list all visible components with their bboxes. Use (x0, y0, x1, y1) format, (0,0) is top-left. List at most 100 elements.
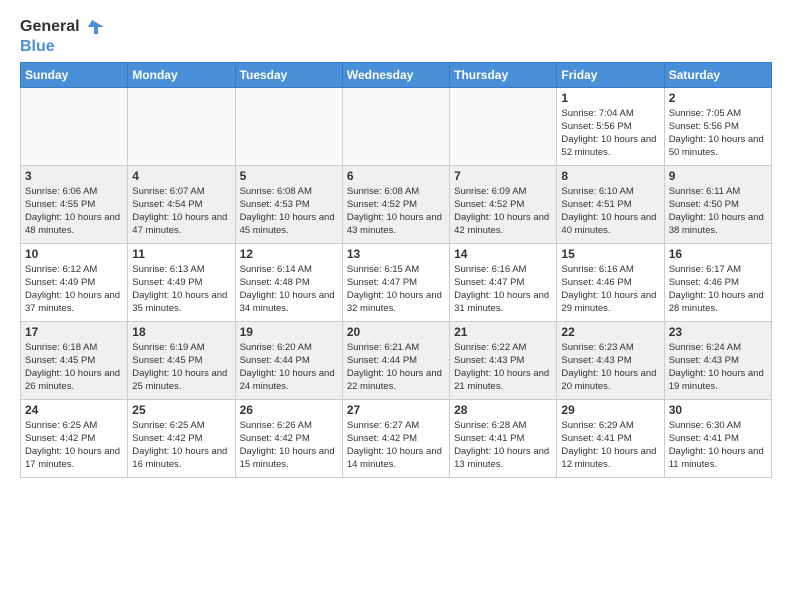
sunset-text: Sunset: 4:46 PM (669, 276, 767, 289)
daylight-text: Daylight: 10 hours and 32 minutes. (347, 289, 445, 316)
sunset-text: Sunset: 5:56 PM (669, 120, 767, 133)
calendar-cell: 18 Sunrise: 6:19 AMSunset: 4:45 PMDayligh… (128, 321, 235, 399)
sunset-text: Sunset: 4:50 PM (669, 198, 767, 211)
logo-general: General (20, 18, 80, 36)
daylight-text: Daylight: 10 hours and 12 minutes. (561, 445, 659, 472)
calendar-cell: 4Sunrise: 6:07 AMSunset: 4:54 PMDaylight… (128, 165, 235, 243)
daylight-text: Daylight: 10 hours and 50 minutes. (669, 133, 767, 160)
day-number: 14 (454, 247, 552, 261)
daylight-text: Daylight: 10 hours and 24 minutes. (240, 367, 338, 394)
sunrise-text: Sunrise: 6:25 AM (25, 419, 123, 432)
calendar-cell: 13Sunrise: 6:15 AMSunset: 4:47 PMDayligh… (342, 243, 449, 321)
weekday-monday: Monday (128, 62, 235, 87)
day-info: Sunrise: 6:24 AMSunset: 4:43 PMDaylight:… (669, 341, 767, 394)
day-number: 27 (347, 403, 445, 417)
sunrise-text: Sunrise: 6:29 AM (561, 419, 659, 432)
sunset-text: Sunset: 4:45 PM (25, 354, 123, 367)
calendar-cell: 15Sunrise: 6:16 AMSunset: 4:46 PMDayligh… (557, 243, 664, 321)
sunset-text: Sunset: 4:41 PM (669, 432, 767, 445)
sunset-text: Sunset: 4:54 PM (132, 198, 230, 211)
day-number: 17 (25, 325, 123, 339)
calendar-cell: 11Sunrise: 6:13 AMSunset: 4:49 PMDayligh… (128, 243, 235, 321)
sunrise-text: Sunrise: 7:04 AM (561, 107, 659, 120)
calendar-cell: 14Sunrise: 6:16 AMSunset: 4:47 PMDayligh… (450, 243, 557, 321)
daylight-text: Daylight: 10 hours and 19 minutes. (669, 367, 767, 394)
day-info: Sunrise: 6:07 AMSunset: 4:54 PMDaylight:… (132, 185, 230, 238)
sunrise-text: Sunrise: 6:30 AM (669, 419, 767, 432)
sunset-text: Sunset: 4:49 PM (25, 276, 123, 289)
day-info: Sunrise: 6:29 AMSunset: 4:41 PMDaylight:… (561, 419, 659, 472)
sunset-text: Sunset: 4:52 PM (454, 198, 552, 211)
sunrise-text: Sunrise: 6:22 AM (454, 341, 552, 354)
daylight-text: Daylight: 10 hours and 40 minutes. (561, 211, 659, 238)
sunset-text: Sunset: 4:51 PM (561, 198, 659, 211)
sunrise-text: Sunrise: 6:19 AM (132, 341, 230, 354)
day-info: Sunrise: 6:06 AMSunset: 4:55 PMDaylight:… (25, 185, 123, 238)
daylight-text: Daylight: 10 hours and 38 minutes. (669, 211, 767, 238)
day-number: 9 (669, 169, 767, 183)
day-number: 2 (669, 91, 767, 105)
calendar-cell: 7Sunrise: 6:09 AMSunset: 4:52 PMDaylight… (450, 165, 557, 243)
weekday-saturday: Saturday (664, 62, 771, 87)
daylight-text: Daylight: 10 hours and 16 minutes. (132, 445, 230, 472)
weekday-sunday: Sunday (21, 62, 128, 87)
day-number: 23 (669, 325, 767, 339)
day-number: 21 (454, 325, 552, 339)
day-info: Sunrise: 6:08 AMSunset: 4:52 PMDaylight:… (347, 185, 445, 238)
daylight-text: Daylight: 10 hours and 43 minutes. (347, 211, 445, 238)
daylight-text: Daylight: 10 hours and 37 minutes. (25, 289, 123, 316)
day-info: Sunrise: 6:28 AMSunset: 4:41 PMDaylight:… (454, 419, 552, 472)
sunrise-text: Sunrise: 6:11 AM (669, 185, 767, 198)
page: General Blue SundayMondayTuesdayWednesda… (0, 0, 792, 612)
sunset-text: Sunset: 4:45 PM (132, 354, 230, 367)
calendar-cell: 27Sunrise: 6:27 AMSunset: 4:42 PMDayligh… (342, 399, 449, 477)
calendar-cell: 12Sunrise: 6:14 AMSunset: 4:48 PMDayligh… (235, 243, 342, 321)
sunset-text: Sunset: 4:43 PM (561, 354, 659, 367)
daylight-text: Daylight: 10 hours and 25 minutes. (132, 367, 230, 394)
daylight-text: Daylight: 10 hours and 48 minutes. (25, 211, 123, 238)
day-info: Sunrise: 6:30 AMSunset: 4:41 PMDaylight:… (669, 419, 767, 472)
sunrise-text: Sunrise: 6:07 AM (132, 185, 230, 198)
sunrise-text: Sunrise: 6:26 AM (240, 419, 338, 432)
calendar-cell: 1Sunrise: 7:04 AMSunset: 5:56 PMDaylight… (557, 87, 664, 165)
day-number: 1 (561, 91, 659, 105)
day-info: Sunrise: 6:10 AMSunset: 4:51 PMDaylight:… (561, 185, 659, 238)
sunrise-text: Sunrise: 6:21 AM (347, 341, 445, 354)
calendar-cell: 29Sunrise: 6:29 AMSunset: 4:41 PMDayligh… (557, 399, 664, 477)
daylight-text: Daylight: 10 hours and 20 minutes. (561, 367, 659, 394)
sunset-text: Sunset: 4:43 PM (454, 354, 552, 367)
sunrise-text: Sunrise: 6:12 AM (25, 263, 123, 276)
daylight-text: Daylight: 10 hours and 26 minutes. (25, 367, 123, 394)
logo-graphic: General Blue (20, 16, 104, 56)
day-info: Sunrise: 6:22 AMSunset: 4:43 PMDaylight:… (454, 341, 552, 394)
sunrise-text: Sunrise: 6:09 AM (454, 185, 552, 198)
day-info: Sunrise: 6:25 AMSunset: 4:42 PMDaylight:… (132, 419, 230, 472)
logo-blue: Blue (20, 38, 55, 56)
day-info: Sunrise: 6:11 AMSunset: 4:50 PMDaylight:… (669, 185, 767, 238)
weekday-tuesday: Tuesday (235, 62, 342, 87)
day-info: Sunrise: 6:23 AMSunset: 4:43 PMDaylight:… (561, 341, 659, 394)
day-number: 22 (561, 325, 659, 339)
day-number: 7 (454, 169, 552, 183)
daylight-text: Daylight: 10 hours and 28 minutes. (669, 289, 767, 316)
sunset-text: Sunset: 4:47 PM (347, 276, 445, 289)
sunrise-text: Sunrise: 6:17 AM (669, 263, 767, 276)
day-number: 18 (132, 325, 230, 339)
day-info: Sunrise: 6:14 AMSunset: 4:48 PMDaylight:… (240, 263, 338, 316)
calendar-cell: 22 Sunrise: 6:23 AMSunset: 4:43 PMDayligh… (557, 321, 664, 399)
logo: General Blue (20, 16, 104, 56)
day-number: 16 (669, 247, 767, 261)
day-number: 30 (669, 403, 767, 417)
sunrise-text: Sunrise: 6:14 AM (240, 263, 338, 276)
sunrise-text: Sunrise: 6:08 AM (240, 185, 338, 198)
weekday-thursday: Thursday (450, 62, 557, 87)
day-info: Sunrise: 6:08 AMSunset: 4:53 PMDaylight:… (240, 185, 338, 238)
day-info: Sunrise: 6:13 AMSunset: 4:49 PMDaylight:… (132, 263, 230, 316)
day-info: Sunrise: 6:16 AMSunset: 4:46 PMDaylight:… (561, 263, 659, 316)
calendar-cell: 2Sunrise: 7:05 AMSunset: 5:56 PMDaylight… (664, 87, 771, 165)
daylight-text: Daylight: 10 hours and 15 minutes. (240, 445, 338, 472)
sunrise-text: Sunrise: 6:27 AM (347, 419, 445, 432)
sunset-text: Sunset: 4:55 PM (25, 198, 123, 211)
sunset-text: Sunset: 4:42 PM (25, 432, 123, 445)
calendar-cell (21, 87, 128, 165)
